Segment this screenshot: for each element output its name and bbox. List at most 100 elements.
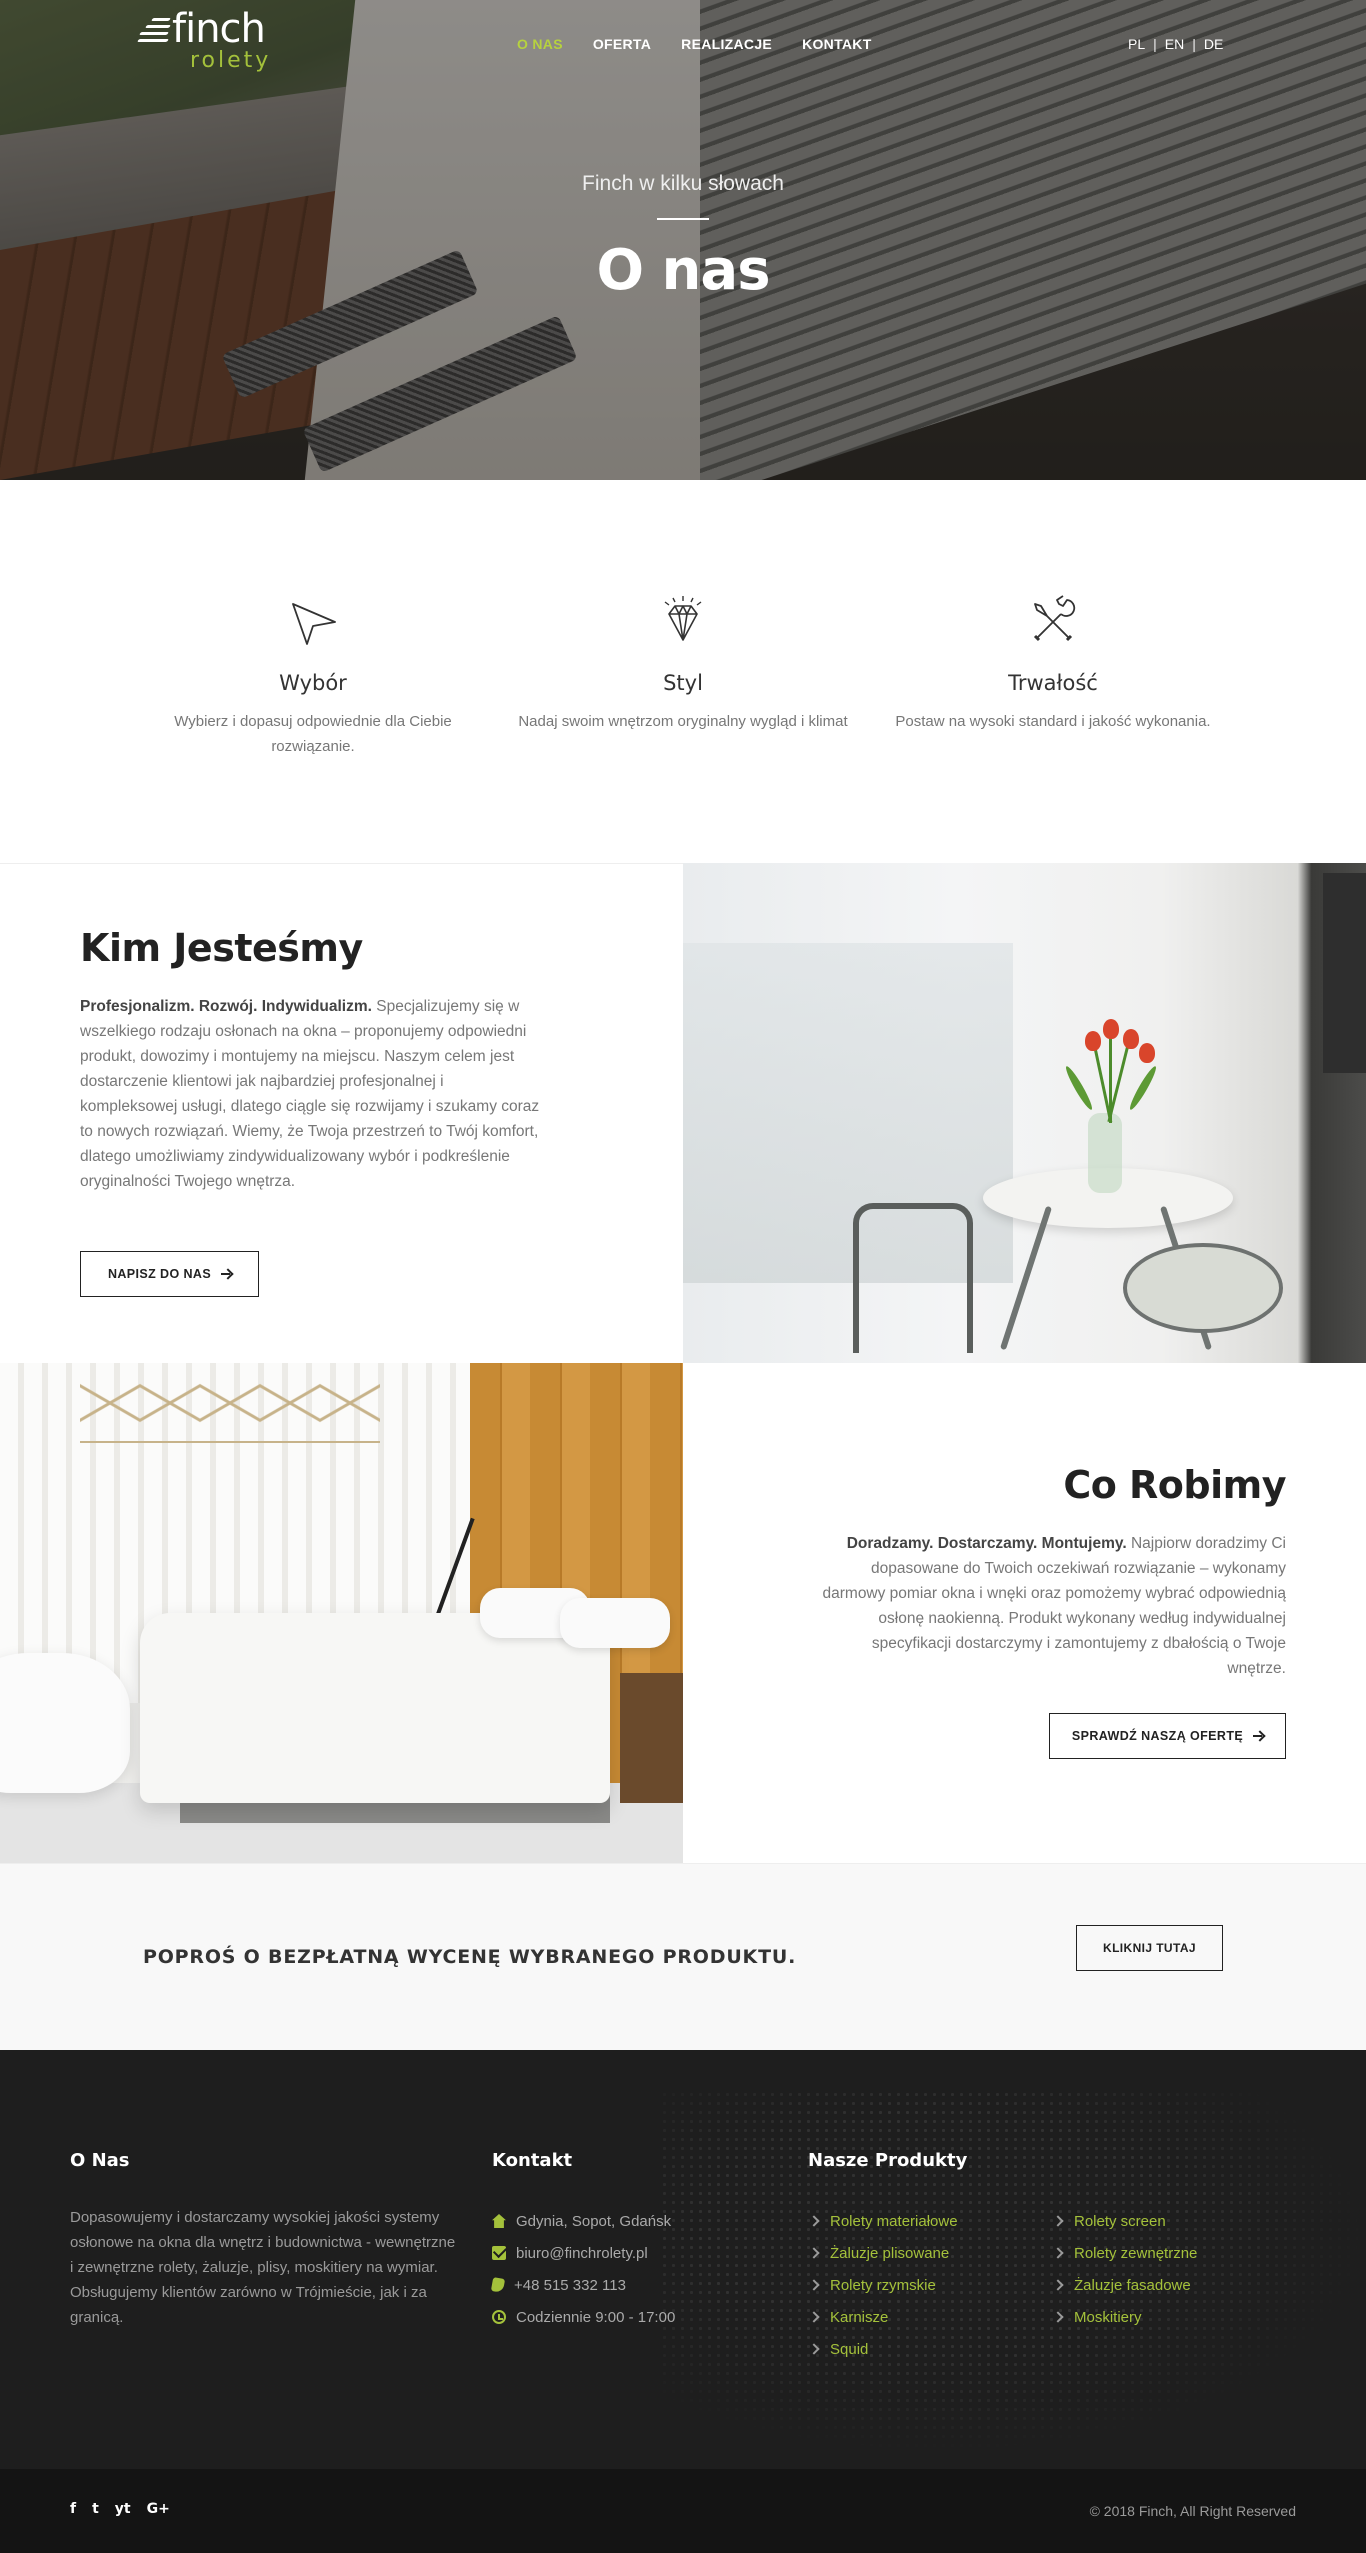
product-link-label[interactable]: Moskitiery [1074,2309,1142,2326]
lang-en[interactable]: EN [1165,36,1184,52]
youtube-icon[interactable]: yt [115,2501,131,2517]
features-section: Wybór Wybierz i dopasuj odpowiednie dla … [0,480,1366,863]
arrow-right-icon [221,1269,231,1279]
photo-leaf [1063,1064,1095,1112]
chevron-right-icon [808,2279,820,2291]
photo-tulip [1123,1029,1139,1049]
feature-text: Postaw na wysoki standard i jakość wykon… [895,713,1211,730]
cta-text: POPROŚ O BEZPŁATNĄ WYCENĘ WYBRANEGO PROD… [143,1946,797,1968]
contact-text[interactable]: biuro@finchrolety.pl [516,2245,648,2262]
check-offer-button-label: SPRAWDŹ NASZĄ OFERTĘ [1071,1729,1244,1743]
photo-chair [1123,1243,1283,1333]
product-link[interactable]: Rolety materiałowe [808,2205,1052,2237]
footer-about-title: O Nas [70,2150,130,2171]
contact-phone[interactable]: +48 515 332 113 [490,2269,772,2301]
product-link-label[interactable]: Squid [830,2341,868,2358]
product-link[interactable]: Żaluzje fasadowe [1052,2269,1288,2301]
product-link-label[interactable]: Żaluzje plisowane [830,2245,949,2262]
photo-tulip [1085,1031,1101,1051]
photo-chair [853,1203,973,1353]
about-title: Kim Jesteśmy [80,926,363,970]
clock-icon [492,2310,506,2324]
contact-text: Gdynia, Sopot, Gdańsk [516,2212,672,2230]
hero-eyebrow: Finch w kilku słowach [582,172,784,195]
photo-pillow [560,1598,670,1648]
product-link[interactable]: Rolety zewnętrzne [1052,2237,1288,2269]
feature-title: Trwałość [1008,671,1098,695]
about-body: Specjalizujemy się w wszelkiego rodzaju … [80,998,540,1190]
services-body: Najpiorw doradzimy Ci dopasowane do Twoi… [822,1535,1287,1677]
chevron-right-icon [808,2247,820,2259]
product-link-label[interactable]: Rolety screen [1074,2213,1166,2230]
dining-room-photo [683,863,1366,1363]
contact-text: Codziennie 9:00 - 17:00 [516,2308,676,2326]
facebook-icon[interactable]: f [70,2501,76,2517]
contact-us-button-label: NAPISZ DO NAS [107,1267,212,1281]
photo-tulip [1139,1043,1155,1063]
product-link[interactable]: Żaluzje plisowane [808,2237,1052,2269]
footer-contact: Kontakt Gdynia, Sopot, Gdańsk biuro@finc… [490,2150,772,2333]
product-link-label[interactable]: Rolety materiałowe [830,2213,958,2230]
product-link[interactable]: Karnisze [808,2301,1052,2333]
chevron-right-icon [1052,2311,1064,2323]
contact-email[interactable]: biuro@finchrolety.pl [492,2237,772,2269]
contact-address: Gdynia, Sopot, Gdańsk [492,2205,772,2237]
product-link[interactable]: Squid [808,2333,1052,2365]
paper-plane-icon [292,603,336,645]
mail-icon [492,2246,506,2260]
chevron-right-icon [1052,2247,1064,2259]
page-title: O nas [596,238,770,303]
lang-pl[interactable]: PL [1128,36,1145,52]
photo-chandelier [80,1363,380,1443]
about-section: Kim Jesteśmy Profesjonalizm. Rozwój. Ind… [0,863,683,1363]
nav-item-realizacje[interactable]: REALIZACJE [681,36,772,52]
services-lead: Doradzamy. Dostarczamy. Montujemy. [846,1535,1127,1552]
finch-logo[interactable]: finch rolety [137,6,278,76]
nav-item-kontakt[interactable]: KONTAKT [802,36,872,52]
twitter-icon[interactable]: t [92,2501,99,2517]
menu: O NAS OFERTA REALIZACJE KONTAKT [517,36,872,52]
diamond-icon [664,596,702,641]
photo-vase [1088,1113,1122,1193]
photo-leaf [1127,1064,1159,1112]
click-here-button[interactable]: KLIKNIJ TUTAJ [1076,1925,1223,1971]
footer-about: O Nas Dopasowujemy i dostarczamy wysokie… [70,2150,460,2330]
chevron-right-icon [808,2215,820,2227]
footer: O Nas Dopasowujemy i dostarczamy wysokie… [0,2050,1366,2469]
product-link-label[interactable]: Rolety zewnętrzne [1074,2245,1197,2262]
feature-style: Styl Nadaj swoim wnętrzom oryginalny wyg… [513,592,853,734]
chevron-right-icon [1052,2279,1064,2291]
feature-title: Wybór [279,671,347,695]
phone-icon [490,2277,506,2293]
product-link-label[interactable]: Karnisze [830,2309,888,2326]
photo-bed [140,1613,610,1803]
nav-item-oferta[interactable]: OFERTA [593,36,651,52]
services-text: Doradzamy. Dostarczamy. Montujemy. Najpi… [816,1531,1287,1681]
nav-item-o-nas[interactable]: O NAS [517,36,563,52]
footer-contact-title: Kontakt [492,2150,573,2171]
arrow-right-icon [1253,1731,1263,1741]
check-offer-button[interactable]: SPRAWDŹ NASZĄ OFERTĘ [1049,1713,1286,1759]
contact-text[interactable]: +48 515 332 113 [514,2277,626,2294]
product-link[interactable]: Rolety rzymskie [808,2269,1052,2301]
photo-nightstand [620,1673,683,1803]
footer-products-title: Nasze Produkty [808,2150,968,2171]
product-link-label[interactable]: Rolety rzymskie [830,2277,936,2294]
feature-text: Wybierz i dopasuj odpowiednie dla Ciebie… [174,713,452,755]
google-plus-icon[interactable]: G+ [147,2501,170,2517]
lang-de[interactable]: DE [1204,36,1223,52]
social-links: f t yt G+ [70,2501,170,2517]
services-title: Co Robimy [1063,1463,1286,1507]
tools-icon [1033,595,1076,642]
product-link-label[interactable]: Żaluzje fasadowe [1074,2277,1191,2294]
chevron-right-icon [808,2343,820,2355]
quote-cta-section: POPROŚ O BEZPŁATNĄ WYCENĘ WYBRANEGO PROD… [0,1863,1366,2050]
about-lead: Profesjonalizm. Rozwój. Indywidualizm. [80,998,372,1015]
click-here-button-label: KLIKNIJ TUTAJ [1103,1941,1196,1955]
product-link[interactable]: Moskitiery [1052,2301,1288,2333]
product-link[interactable]: Rolety screen [1052,2205,1288,2237]
contact-hours: Codziennie 9:00 - 17:00 [492,2301,772,2333]
footer-about-text: Dopasowujemy i dostarczamy wysokiej jako… [70,2209,456,2326]
feature-text: Nadaj swoim wnętrzom oryginalny wygląd i… [518,713,848,730]
contact-us-button[interactable]: NAPISZ DO NAS [80,1251,259,1297]
